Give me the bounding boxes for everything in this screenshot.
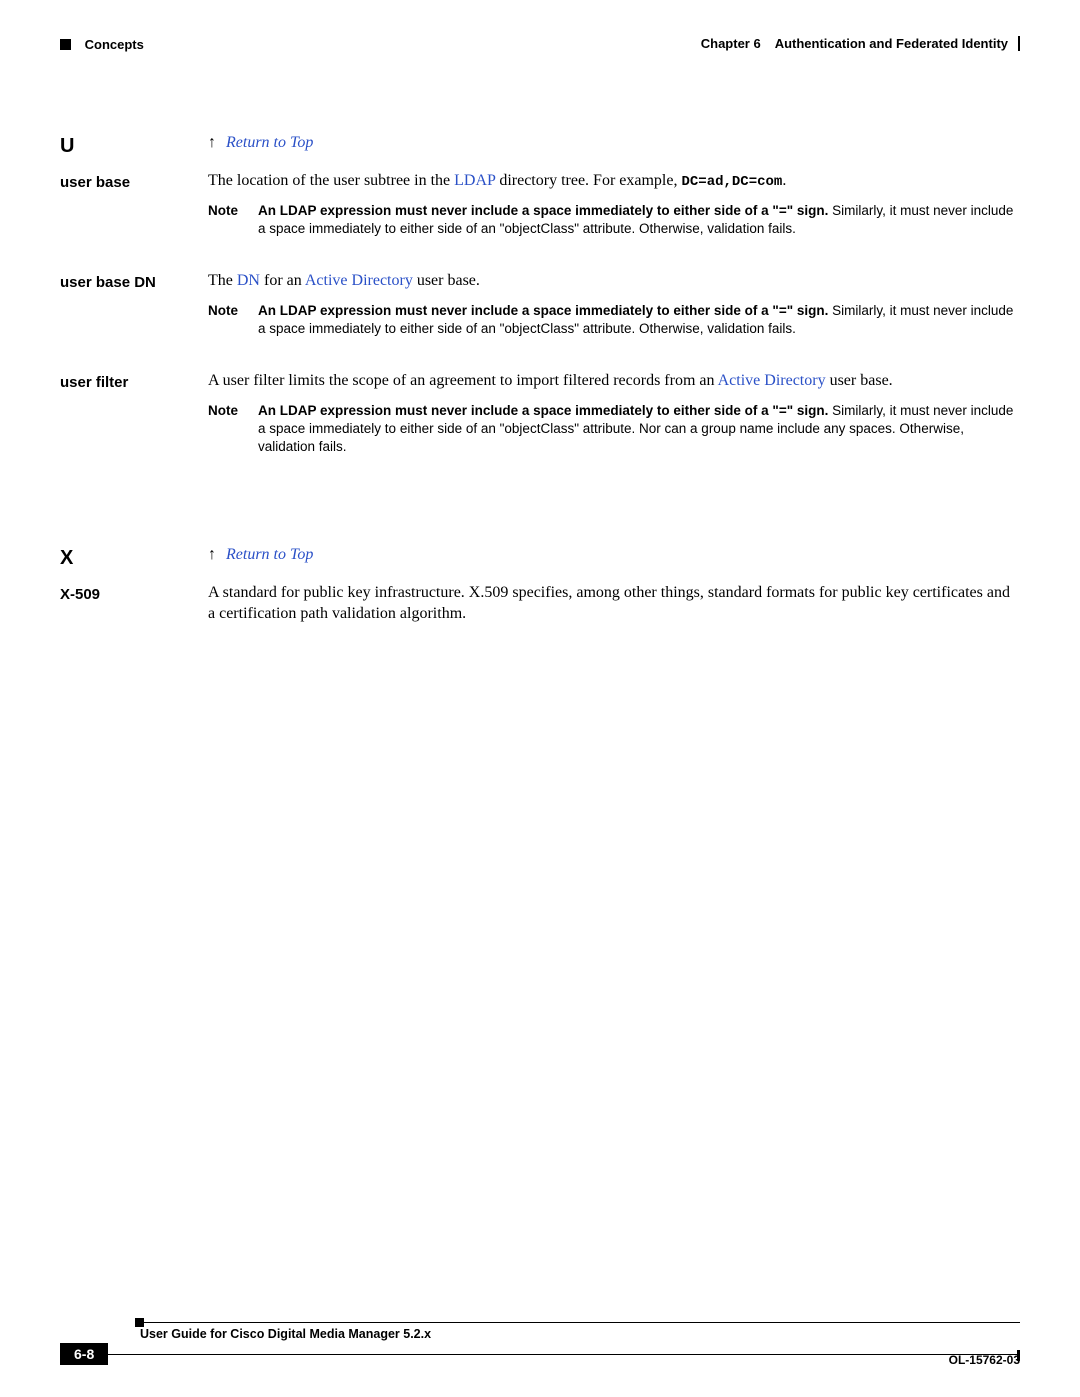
letter-row-x: X ↑ Return to Top (60, 544, 1020, 572)
footer-rule-top (140, 1322, 1020, 1323)
def-text: A user filter limits the scope of an agr… (208, 372, 718, 389)
document-id: OL-15762-03 (949, 1353, 1020, 1367)
square-bullet-icon (135, 1318, 144, 1327)
note-text: An LDAP expression must never include a … (258, 302, 1020, 338)
chapter-number: Chapter 6 (701, 36, 761, 51)
return-to-top-link[interactable]: Return to Top (226, 134, 313, 151)
def-text: directory tree. For example, (495, 172, 681, 189)
def-text: The location of the user subtree in the (208, 172, 454, 189)
chapter-title: Authentication and Federated Identity (775, 36, 1008, 51)
up-arrow-icon: ↑ (208, 132, 216, 154)
note-label: Note (208, 202, 258, 220)
term-definition: A standard for public key infrastructure… (208, 582, 1020, 625)
page: Concepts Chapter 6 Authentication and Fed… (0, 0, 1080, 1397)
page-footer: User Guide for Cisco Digital Media Manag… (60, 1322, 1020, 1365)
active-directory-link[interactable]: Active Directory (305, 272, 413, 289)
term-row-user-filter: user filter A user filter limits the sco… (60, 370, 1020, 478)
def-text: The (208, 272, 237, 289)
note-bold: An LDAP expression must never include a … (258, 303, 828, 318)
term-definition: The location of the user subtree in the … (208, 170, 1020, 260)
term-label: user filter (60, 370, 208, 393)
def-text: for an (260, 272, 305, 289)
term-definition: The DN for an Active Directory user base… (208, 270, 1020, 360)
def-text: user base. (413, 272, 480, 289)
term-label: X-509 (60, 582, 208, 605)
note-block: Note An LDAP expression must never inclu… (208, 302, 1020, 338)
code-text: DC=ad,DC=com (681, 174, 782, 190)
term-label: user base (60, 170, 208, 193)
ldap-link[interactable]: LDAP (454, 172, 495, 189)
note-label: Note (208, 402, 258, 420)
note-text: An LDAP expression must never include a … (258, 202, 1020, 238)
term-row-x509: X-509 A standard for public key infrastr… (60, 582, 1020, 625)
term-row-user-base-dn: user base DN The DN for an Active Direct… (60, 270, 1020, 360)
term-row-user-base: user base The location of the user subtr… (60, 170, 1020, 260)
active-directory-link[interactable]: Active Directory (718, 372, 826, 389)
note-bold: An LDAP expression must never include a … (258, 403, 828, 418)
square-bullet-icon (60, 39, 71, 50)
letter-heading-u: U (60, 132, 208, 160)
page-number-badge: 6-8 (60, 1343, 108, 1365)
term-label: user base DN (60, 270, 208, 293)
header-left: Concepts (60, 36, 144, 52)
return-top-x: ↑ Return to Top (208, 544, 1020, 566)
return-to-top-link[interactable]: Return to Top (226, 546, 313, 563)
def-text: . (782, 172, 786, 189)
note-bold: An LDAP expression must never include a … (258, 203, 828, 218)
note-text: An LDAP expression must never include a … (258, 402, 1020, 457)
return-top-u: ↑ Return to Top (208, 132, 1020, 154)
note-block: Note An LDAP expression must never inclu… (208, 402, 1020, 457)
up-arrow-icon: ↑ (208, 544, 216, 566)
footer-rule-bottom (108, 1354, 1020, 1355)
section-title: Concepts (85, 37, 144, 52)
note-block: Note An LDAP expression must never inclu… (208, 202, 1020, 238)
note-label: Note (208, 302, 258, 320)
letter-row-u: U ↑ Return to Top (60, 132, 1020, 160)
page-header: Concepts Chapter 6 Authentication and Fed… (60, 36, 1020, 52)
letter-heading-x: X (60, 544, 208, 572)
def-text: user base. (826, 372, 893, 389)
footer-bar: 6-8 (60, 1343, 1020, 1365)
chapter-line: Chapter 6 Authentication and Federated Id… (701, 36, 1020, 51)
dn-link[interactable]: DN (237, 272, 260, 289)
term-definition: A user filter limits the scope of an agr… (208, 370, 1020, 478)
guide-title: User Guide for Cisco Digital Media Manag… (140, 1323, 1020, 1341)
header-right: Chapter 6 Authentication and Federated Id… (701, 36, 1020, 51)
